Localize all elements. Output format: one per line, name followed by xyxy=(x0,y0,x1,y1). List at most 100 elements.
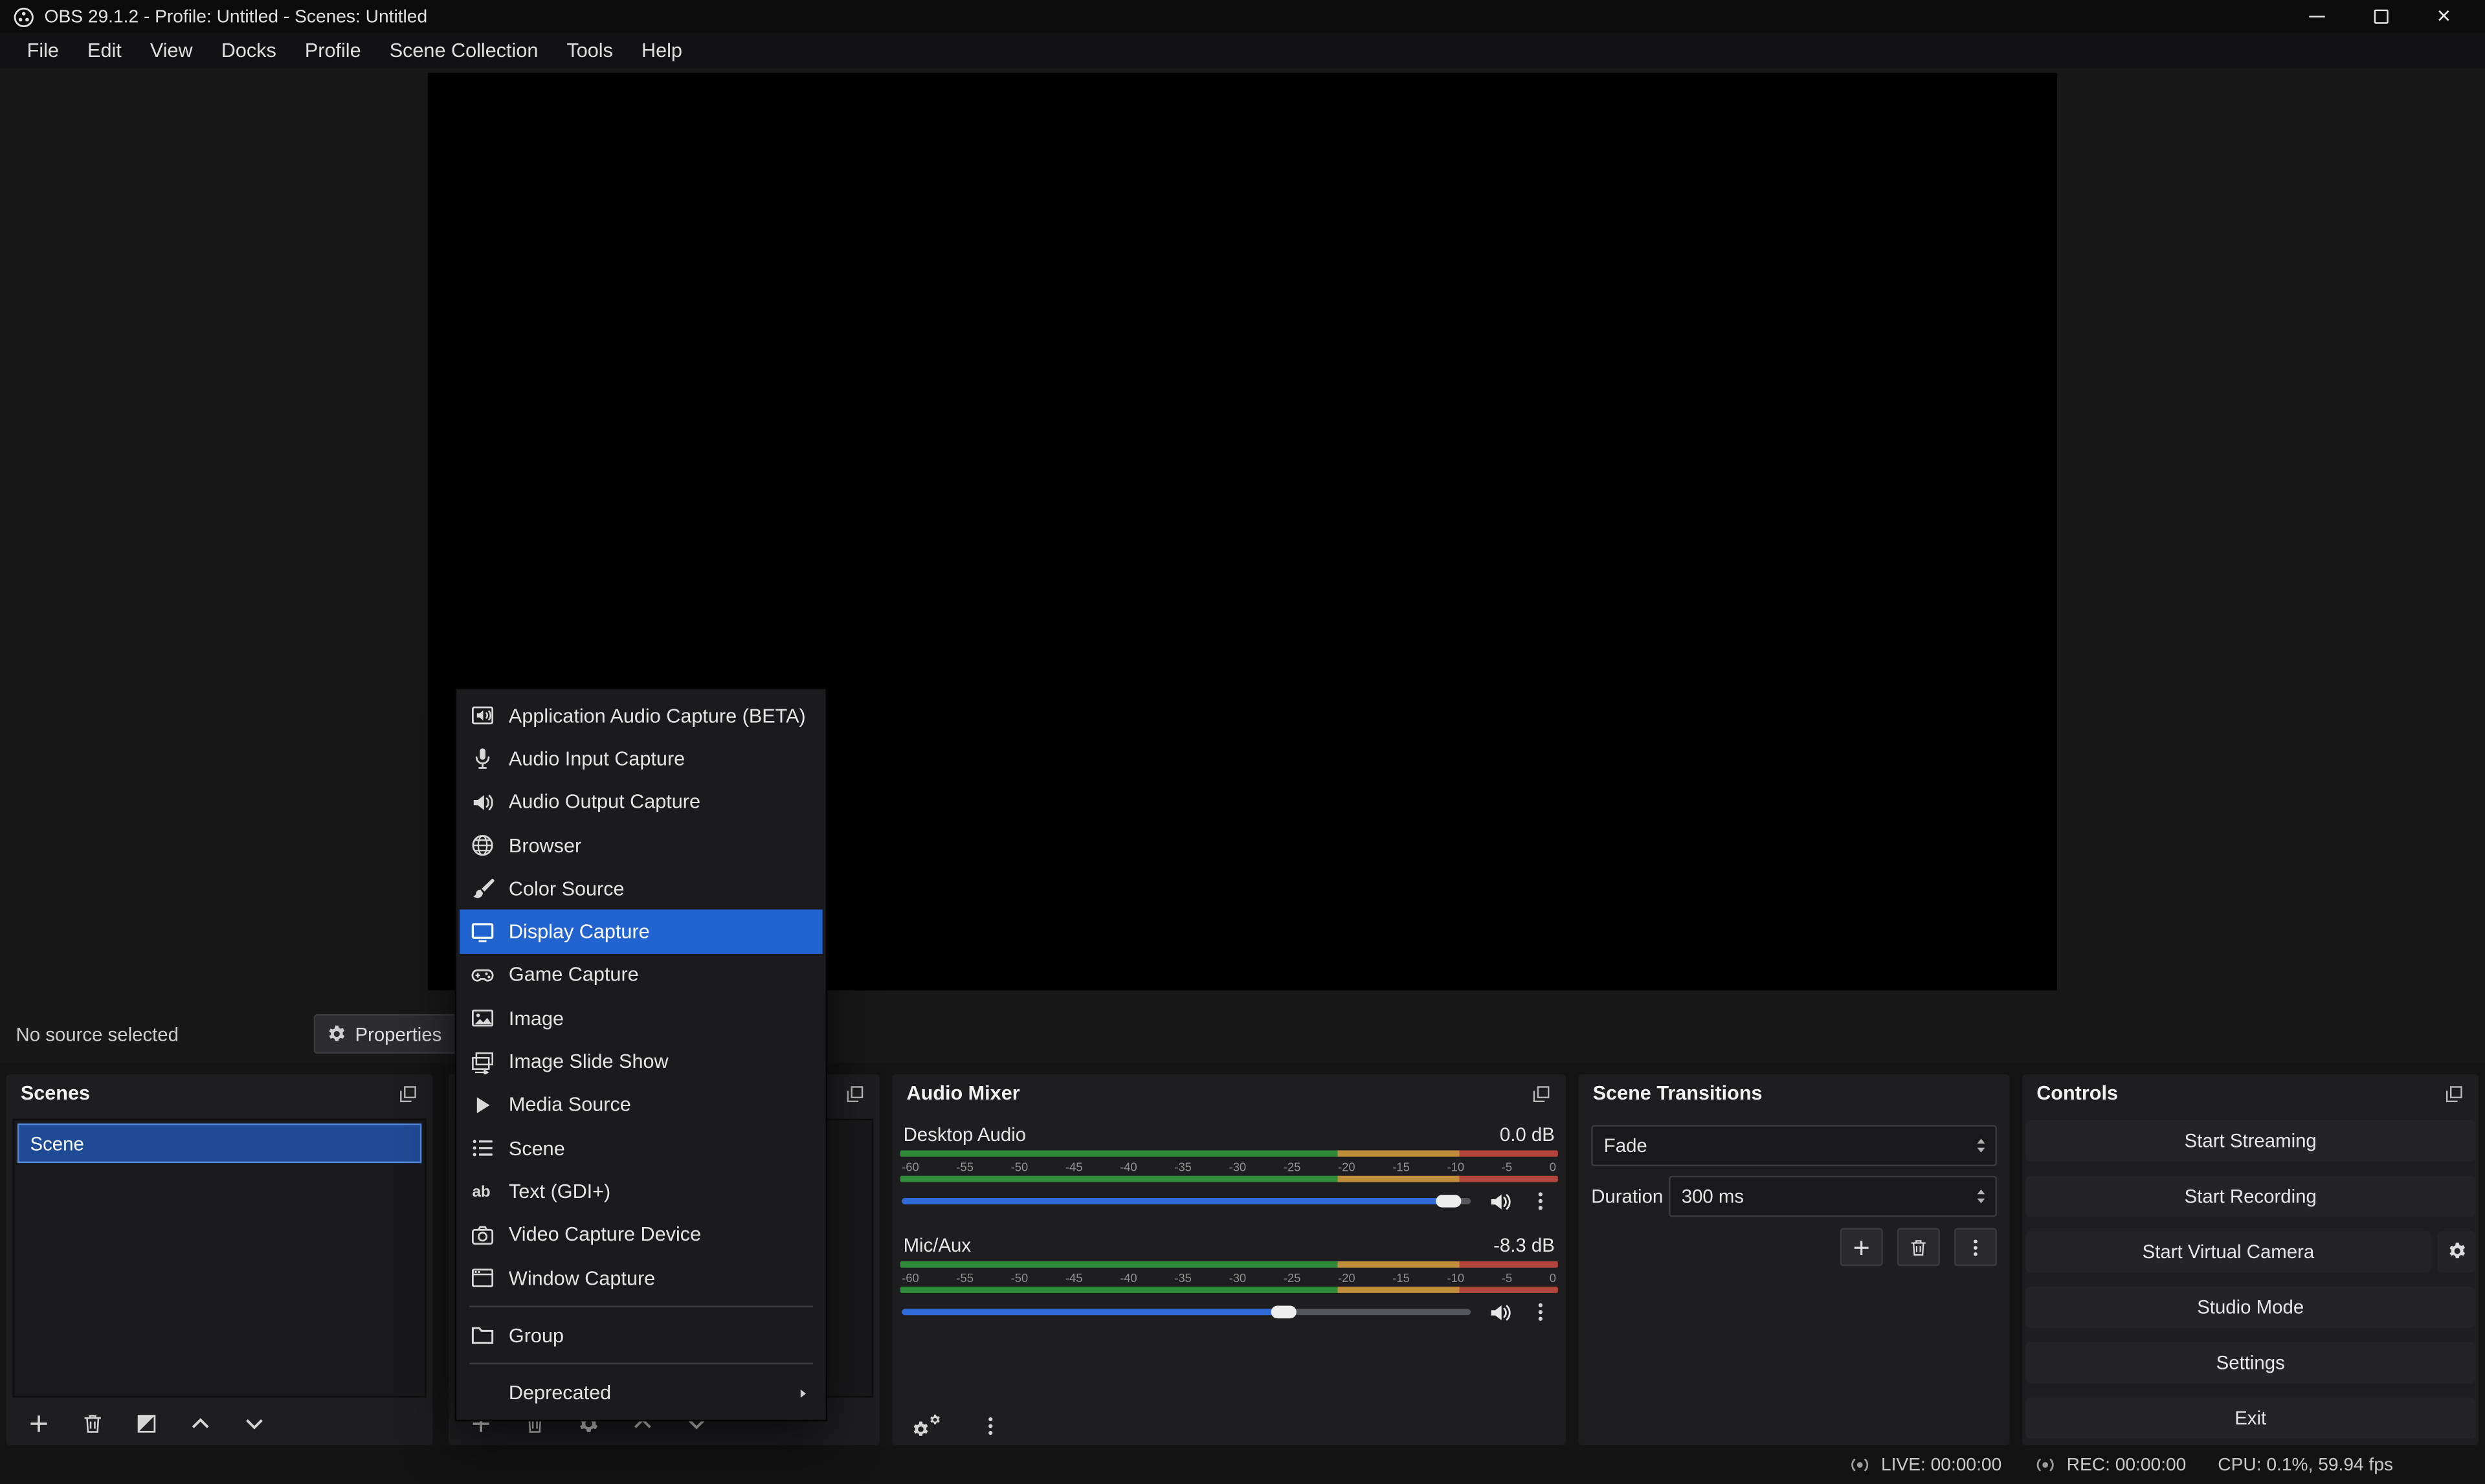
minimize-button[interactable] xyxy=(2286,0,2349,33)
menu-separator xyxy=(469,1364,813,1365)
transition-select-value: Fade xyxy=(1604,1135,1647,1157)
mute-speaker-icon[interactable] xyxy=(1488,1190,1512,1213)
duration-spinbox[interactable]: 300 ms xyxy=(1669,1176,1997,1217)
title-bar[interactable]: OBS 29.1.2 - Profile: Untitled - Scenes:… xyxy=(0,0,2485,33)
audio-mixer-header[interactable]: Audio Mixer xyxy=(892,1074,1566,1113)
controls-panel-header[interactable]: Controls xyxy=(2022,1074,2479,1113)
channel-name: Mic/Aux xyxy=(904,1234,972,1256)
popout-icon[interactable] xyxy=(845,1083,865,1103)
menu-item-scene[interactable]: Scene xyxy=(460,1127,823,1170)
popout-icon[interactable] xyxy=(1531,1083,1552,1103)
channel-name: Desktop Audio xyxy=(904,1124,1026,1146)
start-virtual-camera-button[interactable]: Start Virtual Camera xyxy=(2025,1230,2431,1272)
menu-item-window-capture[interactable]: Window Capture xyxy=(460,1256,823,1300)
text-icon xyxy=(471,1180,495,1204)
move-scene-down-button[interactable] xyxy=(243,1411,267,1435)
scenes-list[interactable]: Scene xyxy=(13,1119,427,1398)
advanced-audio-properties-icon[interactable] xyxy=(911,1413,942,1439)
channel-menu-icon[interactable] xyxy=(1530,1190,1552,1212)
menu-item-deprecated[interactable]: Deprecated xyxy=(460,1371,823,1415)
mixer-footer xyxy=(911,1413,1002,1439)
mute-speaker-icon[interactable] xyxy=(1488,1300,1512,1324)
volume-slider-fill xyxy=(902,1198,1448,1204)
volume-slider-handle[interactable] xyxy=(1435,1195,1460,1208)
mixer-channel: Desktop Audio 0.0 dB -60-55-50-45-40-35-… xyxy=(898,1122,1559,1213)
channel-menu-icon[interactable] xyxy=(1530,1301,1552,1323)
transition-toolbar xyxy=(1591,1228,1997,1267)
menu-item-audio-output-capture[interactable]: Audio Output Capture xyxy=(460,781,823,824)
microphone-icon xyxy=(471,747,495,771)
maximize-icon xyxy=(2373,10,2387,24)
menu-item-text-gdi[interactable]: Text (GDI+) xyxy=(460,1170,823,1213)
menu-docks[interactable]: Docks xyxy=(207,35,291,67)
audio-mixer-panel: Audio Mixer Desktop Audio 0.0 dB -60-55-… xyxy=(892,1074,1566,1445)
source-toolbar: No source selected Properties xyxy=(0,1006,2485,1063)
menu-item-application-audio-capture[interactable]: Application Audio Capture (BETA) xyxy=(460,694,823,737)
controls-panel-title: Controls xyxy=(2036,1082,2118,1104)
obs-main-window: OBS 29.1.2 - Profile: Untitled - Scenes:… xyxy=(0,0,2485,1484)
preview-workspace xyxy=(0,68,2485,1006)
maximize-button[interactable] xyxy=(2349,0,2413,33)
scenes-panel-header[interactable]: Scenes xyxy=(6,1074,433,1113)
menu-file[interactable]: File xyxy=(13,35,73,67)
folder-icon xyxy=(471,1323,495,1347)
volume-slider[interactable] xyxy=(902,1198,1471,1204)
menu-item-game-capture[interactable]: Game Capture xyxy=(460,953,823,997)
gear-icon xyxy=(326,1024,347,1045)
remove-scene-button[interactable] xyxy=(81,1411,105,1435)
menu-edit[interactable]: Edit xyxy=(73,35,136,67)
menu-item-image-slide-show[interactable]: Image Slide Show xyxy=(460,1040,823,1083)
rec-time: REC: 00:00:00 xyxy=(2067,1456,2187,1474)
studio-mode-button[interactable]: Studio Mode xyxy=(2025,1286,2475,1327)
properties-button-label: Properties xyxy=(355,1023,441,1045)
start-streaming-button[interactable]: Start Streaming xyxy=(2025,1120,2475,1161)
mixer-menu-icon[interactable] xyxy=(979,1415,1001,1437)
menu-item-media-source[interactable]: Media Source xyxy=(460,1083,823,1127)
recording-status-icon xyxy=(2033,1454,2057,1478)
popout-icon[interactable] xyxy=(2444,1083,2464,1103)
close-button[interactable]: × xyxy=(2412,0,2475,33)
add-transition-button[interactable] xyxy=(1840,1228,1883,1267)
menu-item-image[interactable]: Image xyxy=(460,997,823,1040)
remove-transition-button[interactable] xyxy=(1897,1228,1940,1267)
channel-level-value: 0.0 dB xyxy=(1500,1124,1555,1146)
exit-button[interactable]: Exit xyxy=(2025,1397,2475,1438)
empty-icon-slot xyxy=(471,1381,495,1405)
scene-list-item[interactable]: Scene xyxy=(17,1124,421,1163)
minimize-icon xyxy=(2309,16,2324,17)
menu-item-group[interactable]: Group xyxy=(460,1314,823,1357)
menu-view[interactable]: View xyxy=(136,35,207,67)
volume-slider[interactable] xyxy=(902,1309,1471,1315)
scene-filters-button[interactable] xyxy=(135,1411,159,1435)
add-scene-button[interactable] xyxy=(27,1411,51,1435)
start-recording-button[interactable]: Start Recording xyxy=(2025,1175,2475,1216)
select-arrows-icon[interactable] xyxy=(1972,1135,1990,1157)
menu-item-color-source[interactable]: Color Source xyxy=(460,867,823,911)
virtual-camera-config-button[interactable] xyxy=(2438,1230,2476,1272)
gamepad-icon xyxy=(471,963,495,987)
scene-transitions-body: Fade Duration 300 ms xyxy=(1579,1113,2010,1266)
scenes-panel: Scenes Scene xyxy=(6,1074,433,1445)
menu-profile[interactable]: Profile xyxy=(291,35,375,67)
move-scene-up-button[interactable] xyxy=(188,1411,212,1435)
menu-item-display-capture[interactable]: Display Capture xyxy=(460,911,823,954)
scene-list-icon xyxy=(471,1136,495,1160)
meter-scale: -60-55-50-45-40-35-30-25-20-15-10-50 xyxy=(900,1268,1558,1287)
menu-help[interactable]: Help xyxy=(627,35,696,67)
mixer-channel: Mic/Aux -8.3 dB -60-55-50-45-40-35-30-25… xyxy=(898,1233,1559,1325)
popout-icon[interactable] xyxy=(398,1083,419,1103)
spinner-arrows-icon[interactable] xyxy=(1972,1185,1990,1207)
menu-scene-collection[interactable]: Scene Collection xyxy=(375,35,553,67)
menu-item-browser[interactable]: Browser xyxy=(460,824,823,867)
transition-menu-button[interactable] xyxy=(1954,1228,1997,1267)
transition-select[interactable]: Fade xyxy=(1591,1125,1997,1166)
volume-slider-handle[interactable] xyxy=(1270,1305,1295,1318)
scene-transitions-header[interactable]: Scene Transitions xyxy=(1579,1074,2010,1113)
settings-button[interactable]: Settings xyxy=(2025,1342,2475,1383)
window-icon xyxy=(471,1266,495,1290)
menu-item-audio-input-capture[interactable]: Audio Input Capture xyxy=(460,737,823,781)
menu-item-video-capture-device[interactable]: Video Capture Device xyxy=(460,1213,823,1256)
properties-button[interactable]: Properties xyxy=(314,1014,460,1054)
menu-tools[interactable]: Tools xyxy=(552,35,627,67)
scene-transitions-panel: Scene Transitions Fade Duration 300 ms xyxy=(1579,1074,2010,1445)
